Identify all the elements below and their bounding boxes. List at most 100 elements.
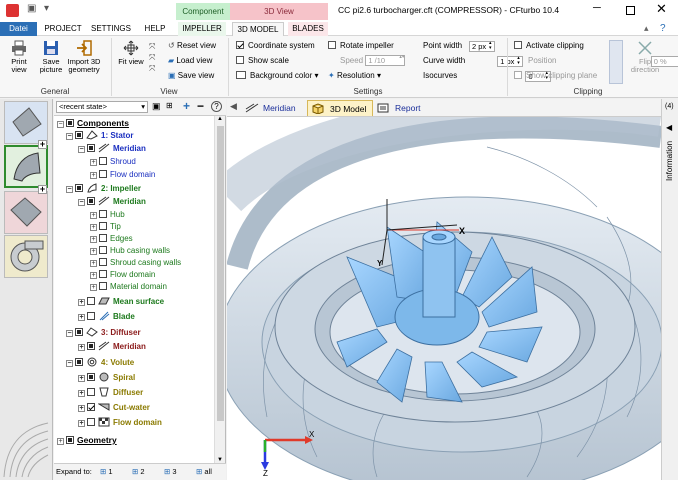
add-component-icon[interactable]: + <box>38 140 47 149</box>
tab-meridian[interactable]: Meridian <box>241 100 307 116</box>
tree-label-material-domain: Material domain <box>110 282 167 291</box>
help-icon[interactable]: ? <box>211 101 222 112</box>
tree-node-diffuser-meridian[interactable]: + Meridian <box>78 341 146 353</box>
curve-width-field[interactable]: Curve width <box>423 55 465 67</box>
import-geometry-button[interactable]: Import 3D geometry <box>66 40 102 74</box>
flip-direction-button[interactable]: Flip direction <box>628 40 662 74</box>
remove-icon[interactable]: − <box>197 99 204 113</box>
scroll-up-icon[interactable]: ▲ <box>217 116 223 122</box>
coordinate-system-checkbox[interactable]: Coordinate system <box>236 40 315 52</box>
tree-node-diffuser[interactable]: −3: Diffuser <box>66 327 141 339</box>
diffuser-component-button[interactable] <box>4 191 48 234</box>
tree-node-volute[interactable]: −4: Volute <box>66 357 134 369</box>
speed-field[interactable]: Speed 1 /10 <box>340 55 406 67</box>
save-picture-button[interactable]: Save picture <box>36 40 66 74</box>
diffuser-node-icon <box>86 327 98 337</box>
separator <box>228 38 229 96</box>
quick-save-icon[interactable]: ▣ <box>27 3 36 14</box>
blade-icon <box>99 311 110 321</box>
expand-level-3[interactable]: ⊞ 3 <box>164 464 177 480</box>
save-view-button[interactable]: ▣ Save view <box>168 70 214 82</box>
title-bar: ▣ ▾ Component 3D View CC pi2.6 turbochar… <box>0 0 678 22</box>
point-width-spinner[interactable]: 2 px <box>469 41 495 52</box>
tree-node-volute-diffuser[interactable]: + Diffuser <box>78 387 143 399</box>
tree-node-edges[interactable]: + Edges <box>90 233 133 245</box>
tree-node-spiral[interactable]: + Spiral <box>78 372 135 384</box>
impeller-icon <box>13 152 41 182</box>
table-icon[interactable]: ⊞ <box>166 101 173 110</box>
clipping-position-field[interactable]: Position <box>528 55 556 67</box>
minimize-icon[interactable]: ─ <box>593 2 601 14</box>
point-width-field[interactable]: Point width <box>423 40 462 52</box>
tree-node-shroud[interactable]: + Shroud <box>90 156 136 168</box>
add-component-icon[interactable]: + <box>38 185 47 194</box>
isocurves-field[interactable]: Isocurves <box>423 70 457 82</box>
quick-dropdown-icon[interactable]: ▾ <box>44 3 49 14</box>
tree-node-hub[interactable]: + Hub <box>90 209 125 221</box>
axis-view-buttons[interactable]: ⤧ ⤧ ⤧ <box>149 41 155 74</box>
information-sidebar[interactable]: (4) ◀ Information <box>661 99 678 480</box>
tree-node-components[interactable]: − Components <box>57 117 129 129</box>
activate-clipping-checkbox[interactable]: Activate clipping <box>514 40 584 52</box>
expand-level-2[interactable]: ⊞ 2 <box>132 464 145 480</box>
resolution-button[interactable]: ✦ Resolution ▾ <box>328 70 381 82</box>
volute-icon <box>10 240 44 272</box>
3d-viewport[interactable]: X Y X Z <box>227 117 661 480</box>
expand-level-all[interactable]: ⊞ all <box>196 464 212 480</box>
clipping-axis-buttons[interactable] <box>609 40 623 84</box>
tree-label-meridian: Meridian <box>113 197 146 206</box>
rotate-impeller-checkbox[interactable]: Rotate impeller <box>328 40 394 52</box>
tab-scroll-left-icon[interactable]: ◀ <box>230 101 237 112</box>
tree-node-impeller-meridian[interactable]: − Meridian <box>78 196 146 208</box>
collapse-ribbon-icon[interactable]: ▴ <box>644 23 649 34</box>
tree-node-stator-meridian[interactable]: − Meridian <box>78 143 146 155</box>
fit-view-button[interactable]: Fit view <box>117 40 145 66</box>
add-icon[interactable]: + <box>183 99 190 113</box>
load-view-button[interactable]: ▰ Load view <box>168 55 212 67</box>
tab-settings[interactable]: SETTINGS <box>89 22 133 36</box>
tab-3d-model[interactable]: 3D MODEL <box>232 22 284 36</box>
tree-node-volute-flow-domain[interactable]: + Flow domain <box>78 417 162 429</box>
tree-node-tip[interactable]: + Tip <box>90 221 121 233</box>
expand-level-1[interactable]: ⊞ 1 <box>100 464 113 480</box>
tab-project[interactable]: PROJECT <box>43 22 83 36</box>
save-state-icon[interactable]: ▣ <box>152 101 161 112</box>
volute-component-button[interactable] <box>4 235 48 278</box>
tab-blades[interactable]: BLADES <box>288 22 328 36</box>
curve-width-spinner[interactable]: 1 px <box>497 56 524 67</box>
show-scale-checkbox[interactable]: Show scale <box>236 55 289 67</box>
tab-datei[interactable]: Datei <box>0 22 37 36</box>
tab-impeller[interactable]: IMPELLER <box>178 22 226 36</box>
close-icon[interactable]: ✕ <box>656 1 667 17</box>
maximize-icon[interactable] <box>626 6 635 15</box>
impeller-component-button[interactable] <box>4 145 48 188</box>
tree-node-cut-water[interactable]: + Cut-water <box>78 402 150 414</box>
tab-report[interactable]: Report <box>373 100 437 116</box>
speed-spinner[interactable]: 1 /10 <box>365 55 406 67</box>
tree-node-geometry[interactable]: + Geometry <box>57 434 117 446</box>
tree-label-cut-water: Cut-water <box>113 403 150 412</box>
print-view-button[interactable]: Print view <box>4 40 34 74</box>
tree-node-stator-flow-domain[interactable]: + Flow domain <box>90 169 155 181</box>
stator-component-button[interactable] <box>4 101 48 144</box>
tree-node-mean-surface[interactable]: + Mean surface <box>78 296 164 308</box>
reset-view-button[interactable]: ↺ Reset view <box>168 40 216 52</box>
scrollbar-thumb[interactable] <box>217 126 224 421</box>
tree-node-material-domain[interactable]: + Material domain <box>90 281 167 293</box>
tree-node-blade[interactable]: + Blade <box>78 311 135 323</box>
help-icon[interactable]: ? <box>660 23 666 34</box>
tree-node-shroud-casing-walls[interactable]: + Shroud casing walls <box>90 257 181 269</box>
tree-node-impeller-flow-domain[interactable]: + Flow domain <box>90 269 155 281</box>
component-tree: − Components −1: Stator − Meridian + Shroud… <box>54 116 214 463</box>
tree-node-impeller[interactable]: −2: Impeller <box>66 183 141 195</box>
tree-scrollbar[interactable]: ▲ ▼ <box>214 116 225 463</box>
tab-help[interactable]: HELP <box>140 22 170 36</box>
tree-node-hub-casing-walls[interactable]: + Hub casing walls <box>90 245 170 257</box>
tab-3d-model-view[interactable]: 3D Model <box>307 100 373 116</box>
state-select[interactable]: <recent state> ▾ <box>56 101 148 113</box>
background-color-button[interactable]: Background color ▾ <box>236 70 319 82</box>
tree-node-stator[interactable]: −1: Stator <box>66 130 133 142</box>
context-component-header: Component <box>176 3 230 20</box>
info-expand-icon[interactable]: ◀ <box>666 123 672 132</box>
show-clipping-plane-checkbox[interactable]: Show clipping plane <box>514 70 597 82</box>
